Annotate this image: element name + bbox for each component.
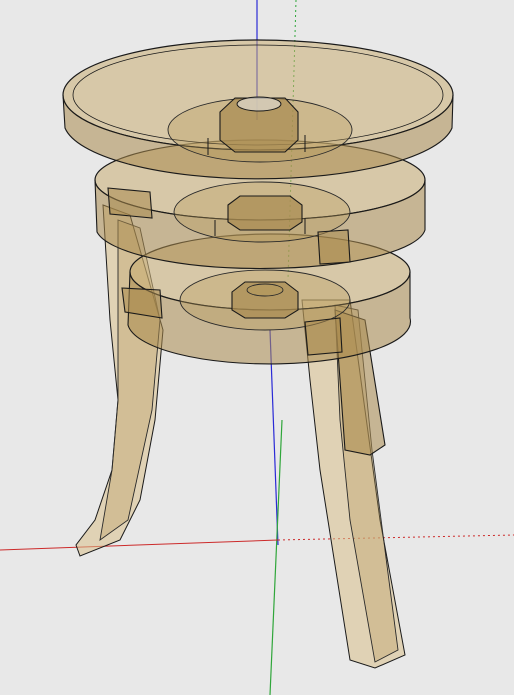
middle-hex-nut: [227, 195, 303, 231]
bottom-notch-right: [304, 317, 343, 356]
model-canvas[interactable]: [0, 0, 514, 695]
sketchup-viewport[interactable]: [0, 0, 514, 695]
top-nut-hole: [236, 96, 282, 112]
bottom-nut-hole: [246, 283, 284, 297]
red-axis-dotted: [277, 534, 514, 541]
middle-block-left: [107, 187, 153, 219]
green-axis: [269, 419, 283, 695]
middle-peg-right: [317, 229, 351, 265]
red-axis: [0, 539, 279, 551]
top-disc: [62, 39, 454, 180]
